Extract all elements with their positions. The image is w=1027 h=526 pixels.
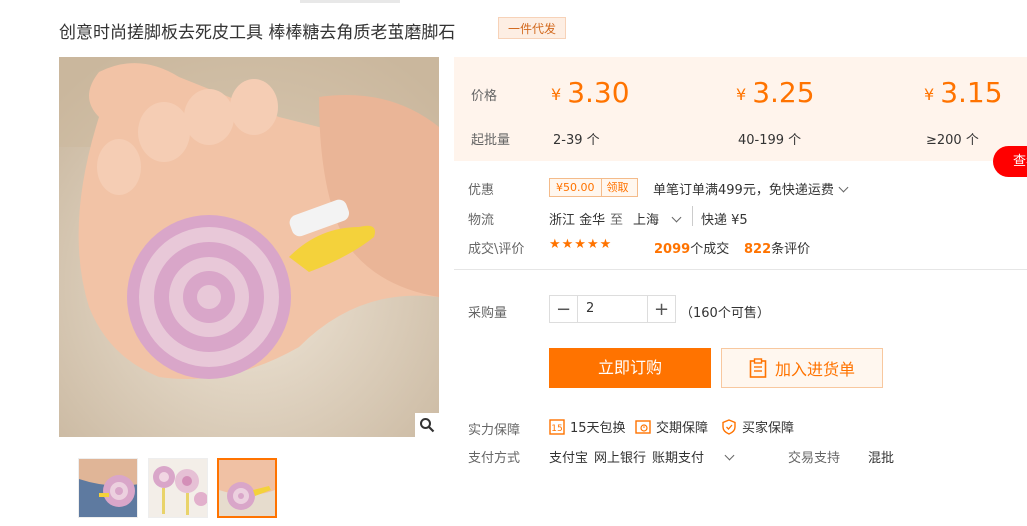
moq-label: 起批量 bbox=[471, 133, 511, 148]
deals-count[interactable]: 2099个成交 bbox=[654, 238, 729, 257]
tier-3-range: ≥200 个 bbox=[926, 133, 979, 148]
quantity-input[interactable]: 2 bbox=[577, 296, 648, 322]
price-label: 价格 bbox=[471, 89, 498, 104]
currency-symbol: ¥ bbox=[924, 85, 935, 104]
reviews-number: 822 bbox=[744, 242, 772, 257]
thumbnail-2[interactable] bbox=[148, 458, 208, 518]
tier-2-range: 40-199 个 bbox=[738, 133, 802, 148]
promo-label: 优惠 bbox=[468, 183, 495, 198]
foot-lollipop-photo bbox=[59, 57, 439, 437]
thumbnail-image bbox=[219, 460, 275, 516]
price-tier-3: ¥3.15 bbox=[924, 76, 1003, 109]
guarantee-item-label: 买家保障 bbox=[742, 421, 795, 436]
coupon-claim[interactable]: 领取 bbox=[602, 179, 634, 196]
quantity-stepper: − 2 + bbox=[549, 295, 676, 323]
section-divider bbox=[454, 269, 1027, 270]
payment-method-credit[interactable]: 账期支付 bbox=[652, 447, 735, 466]
ship-from: 浙江 金华 bbox=[549, 213, 606, 228]
trade-support-value: 混批 bbox=[868, 451, 895, 466]
star-rating: ★★★★★ bbox=[549, 237, 613, 252]
shipping-method: 快递 ¥5 bbox=[701, 213, 748, 228]
thumbnail-image bbox=[149, 459, 207, 517]
coupon-amount: ¥50.00 bbox=[550, 179, 602, 196]
price-value: 3.25 bbox=[752, 76, 815, 109]
chevron-down-icon bbox=[671, 212, 682, 223]
guarantee-item-label: 15天包换 bbox=[570, 421, 626, 436]
tier-1-range: 2-39 个 bbox=[553, 133, 600, 148]
svg-text:15: 15 bbox=[551, 424, 562, 434]
price-tier-1: ¥3.30 bbox=[551, 76, 630, 109]
deals-suffix: 个成交 bbox=[690, 242, 730, 257]
delivery-time-icon bbox=[635, 419, 651, 434]
ship-to-select[interactable]: 上海 bbox=[633, 209, 682, 228]
product-title: 创意时尚搓脚板去死皮工具 棒棒糖去角质老茧磨脚石 bbox=[59, 23, 456, 43]
coupon[interactable]: ¥50.00 领取 bbox=[549, 178, 638, 197]
price-panel: 价格 起批量 ¥3.30 2-39 个 ¥3.25 40-199 个 ¥3.15… bbox=[454, 57, 1027, 161]
promo-text: 单笔订单满499元，免快递运费 bbox=[653, 183, 834, 198]
chevron-down-icon bbox=[838, 182, 849, 193]
deals-number: 2099 bbox=[654, 242, 691, 257]
minus-button[interactable]: − bbox=[550, 296, 577, 322]
main-product-image[interactable] bbox=[59, 57, 439, 437]
exchange-icon: 15 bbox=[549, 418, 565, 435]
add-to-cart-button[interactable]: 加入进货单 bbox=[721, 348, 883, 388]
reviews-count[interactable]: 822条评价 bbox=[744, 238, 810, 257]
top-divider bbox=[300, 0, 400, 3]
dropship-tag: 一件代发 bbox=[498, 17, 566, 39]
ship-to: 上海 bbox=[633, 213, 660, 228]
price-tier-2: ¥3.25 bbox=[736, 76, 815, 109]
price-value: 3.30 bbox=[567, 76, 630, 109]
promo-text-dropdown[interactable]: 单笔订单满499元，免快递运费 bbox=[653, 179, 849, 198]
trade-support-label: 交易支持 bbox=[788, 451, 841, 466]
payment-label: 支付方式 bbox=[468, 451, 521, 466]
guarantee-item-label: 交期保障 bbox=[656, 421, 709, 436]
currency-symbol: ¥ bbox=[736, 85, 747, 104]
guarantee-buyer[interactable]: 买家保障 bbox=[721, 417, 794, 436]
zoom-button[interactable] bbox=[415, 413, 439, 437]
available-stock: （160个可售） bbox=[680, 306, 770, 321]
thumbnail-1[interactable] bbox=[78, 458, 138, 518]
quantity-label: 采购量 bbox=[468, 306, 508, 321]
buy-now-button[interactable]: 立即订购 bbox=[549, 348, 711, 388]
currency-symbol: ¥ bbox=[551, 85, 562, 104]
reviews-label: 成交\评价 bbox=[468, 242, 525, 257]
thumbnail-image bbox=[79, 459, 137, 517]
reviews-suffix: 条评价 bbox=[771, 242, 811, 257]
plus-button[interactable]: + bbox=[648, 296, 675, 322]
payment-method-alipay: 支付宝 bbox=[549, 451, 589, 466]
thumbnail-3-selected[interactable] bbox=[217, 458, 277, 518]
guarantee-delivery[interactable]: 交期保障 bbox=[635, 417, 708, 436]
payment-method-online-bank: 网上银行 bbox=[594, 451, 647, 466]
price-value: 3.15 bbox=[940, 76, 1003, 109]
logistics-label: 物流 bbox=[468, 213, 495, 228]
shield-icon bbox=[722, 418, 736, 435]
side-view-button[interactable]: 查看 bbox=[993, 146, 1027, 177]
to-word: 至 bbox=[610, 213, 624, 228]
guarantee-15-day-exchange[interactable]: 15 15天包换 bbox=[549, 417, 626, 436]
add-to-cart-label: 加入进货单 bbox=[774, 360, 855, 379]
chevron-down-icon bbox=[724, 450, 735, 461]
magnifier-icon bbox=[420, 418, 435, 433]
clipboard-icon bbox=[749, 358, 767, 378]
payment-credit-label: 账期支付 bbox=[652, 451, 705, 466]
guarantee-label: 实力保障 bbox=[468, 423, 521, 438]
